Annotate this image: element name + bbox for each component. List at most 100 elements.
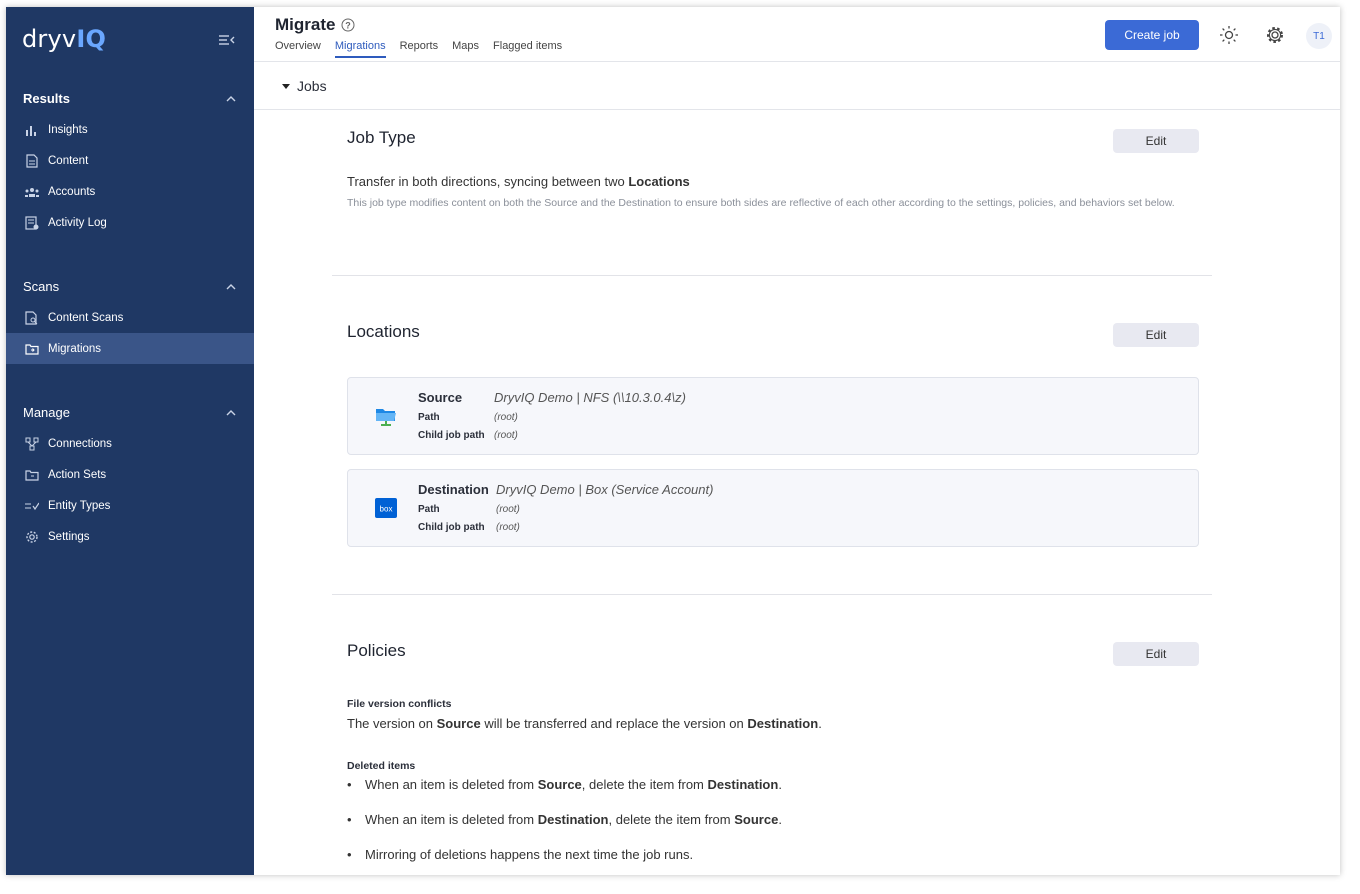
- logo-text-part1: dryv: [22, 25, 77, 53]
- text-bold: Destination: [707, 777, 779, 792]
- chevron-up-icon: [226, 283, 236, 289]
- text-part: , delete the item from: [608, 812, 731, 827]
- connections-icon: [24, 436, 39, 451]
- policies-edit-button[interactable]: Edit: [1113, 642, 1199, 666]
- list-item: • When an item is deleted from Destinati…: [347, 812, 782, 827]
- sidebar-item-content-scans[interactable]: Content Scans: [6, 302, 254, 333]
- text-part: The version on: [347, 716, 433, 731]
- migration-icon: [24, 341, 39, 356]
- sidebar-item-activity-log[interactable]: Activity Log: [6, 207, 254, 238]
- tab-flagged-items[interactable]: Flagged items: [493, 40, 562, 58]
- text-part: .: [818, 716, 822, 731]
- sidebar-item-label: Content Scans: [48, 311, 124, 324]
- sidebar-item-label: Entity Types: [48, 499, 111, 512]
- chevron-up-icon: [226, 95, 236, 101]
- scans-section-header[interactable]: Scans: [23, 279, 237, 294]
- log-icon: [24, 215, 39, 230]
- sidebar-item-label: Accounts: [48, 185, 96, 198]
- sidebar-item-accounts[interactable]: Accounts: [6, 176, 254, 207]
- source-label: Source: [418, 390, 463, 405]
- scans-heading: Scans: [23, 279, 60, 294]
- nfs-folder-icon: [376, 409, 396, 426]
- list-item-text: Mirroring of deletions happens the next …: [365, 847, 694, 862]
- sidebar-item-settings[interactable]: Settings: [6, 521, 254, 552]
- tab-maps[interactable]: Maps: [452, 40, 479, 58]
- bullet-dot: •: [347, 812, 352, 827]
- sidebar: dryvIQ Results Insights Content Accounts…: [6, 7, 254, 875]
- destination-location-card: box Destination DryvIQ Demo | Box (Servi…: [347, 469, 1199, 547]
- sidebar-item-label: Connections: [48, 437, 112, 450]
- collapse-sidebar-icon[interactable]: [218, 33, 236, 47]
- list-item-text: When an item is deleted from Source, del…: [365, 777, 782, 792]
- locations-edit-button[interactable]: Edit: [1113, 323, 1199, 347]
- settings-gear-icon[interactable]: [1264, 24, 1286, 46]
- sidebar-item-label: Content: [48, 154, 89, 167]
- policies-title: Policies: [347, 641, 406, 660]
- main-content: Job Type Edit Transfer in both direction…: [254, 111, 1340, 875]
- job-type-summary: Transfer in both directions, syncing bet…: [347, 174, 690, 189]
- job-type-edit-button[interactable]: Edit: [1113, 129, 1199, 153]
- source-child-path-label: Child job path: [418, 430, 485, 441]
- job-type-description: This job type modifies content on both t…: [347, 197, 1175, 209]
- sidebar-item-label: Activity Log: [48, 216, 107, 229]
- action-set-icon: [24, 467, 39, 482]
- entity-types-icon: [24, 498, 39, 513]
- avatar[interactable]: T1: [1306, 23, 1332, 49]
- sidebar-item-label: Settings: [48, 530, 90, 543]
- job-type-summary-bold: Locations: [628, 174, 690, 189]
- logo-text-part2: IQ: [76, 25, 107, 53]
- text-part: , delete the item from: [581, 777, 704, 792]
- chevron-up-icon: [226, 409, 236, 415]
- destination-path-value: (root): [496, 504, 520, 515]
- sidebar-item-entity-types[interactable]: Entity Types: [6, 490, 254, 521]
- page-title-text: Migrate: [275, 15, 336, 34]
- scan-icon: [24, 310, 39, 325]
- tab-overview[interactable]: Overview: [275, 40, 321, 58]
- destination-path-label: Path: [418, 504, 440, 515]
- tab-reports[interactable]: Reports: [400, 40, 439, 58]
- text-part: .: [778, 777, 782, 792]
- text-bold: Destination: [537, 812, 609, 827]
- box-logo-icon: box: [375, 498, 397, 518]
- source-child-path-value: (root): [494, 430, 518, 441]
- help-icon[interactable]: ?: [341, 18, 355, 32]
- bullet-dot: •: [347, 847, 352, 862]
- text-part: will be transferred and replace the vers…: [484, 716, 744, 731]
- tab-bar: Overview Migrations Reports Maps Flagged…: [275, 40, 576, 58]
- text-part: When an item is deleted from: [365, 777, 535, 792]
- document-icon: [24, 153, 39, 168]
- manage-section-header[interactable]: Manage: [23, 405, 237, 420]
- theme-toggle-icon[interactable]: [1218, 24, 1240, 46]
- destination-child-path-label: Child job path: [418, 522, 485, 533]
- destination-label: Destination: [418, 482, 489, 497]
- tab-migrations[interactable]: Migrations: [334, 40, 386, 58]
- destination-value: DryvIQ Demo | Box (Service Account): [496, 482, 714, 497]
- text-part: .: [778, 812, 782, 827]
- logo: dryvIQ: [22, 25, 106, 53]
- text-bold: Source: [537, 777, 582, 792]
- create-job-button[interactable]: Create job: [1105, 20, 1199, 50]
- manage-heading: Manage: [23, 405, 70, 420]
- sidebar-item-label: Insights: [48, 123, 88, 136]
- sidebar-item-label: Action Sets: [48, 468, 107, 481]
- list-item-text: When an item is deleted from Destination…: [365, 812, 782, 827]
- jobs-toggle[interactable]: Jobs: [254, 63, 1340, 110]
- gear-icon: [24, 529, 39, 544]
- svg-text:box: box: [380, 505, 393, 514]
- file-version-conflicts-label: File version conflicts: [347, 698, 452, 710]
- source-value: DryvIQ Demo | NFS (\\10.3.0.4\z): [494, 390, 686, 405]
- app-window: dryvIQ Results Insights Content Accounts…: [6, 7, 1340, 875]
- list-item: • Mirroring of deletions happens the nex…: [347, 847, 693, 862]
- text-bold: Source: [436, 716, 481, 731]
- deleted-items-label: Deleted items: [347, 760, 416, 772]
- people-icon: [24, 184, 39, 199]
- sidebar-item-action-sets[interactable]: Action Sets: [6, 459, 254, 490]
- sidebar-item-connections[interactable]: Connections: [6, 428, 254, 459]
- sidebar-item-migrations[interactable]: Migrations: [6, 333, 254, 364]
- source-path-value: (root): [494, 412, 518, 423]
- sidebar-item-insights[interactable]: Insights: [6, 114, 254, 145]
- sidebar-item-content[interactable]: Content: [6, 145, 254, 176]
- section-divider: [332, 594, 1212, 595]
- results-section-header[interactable]: Results: [23, 91, 237, 106]
- svg-text:?: ?: [346, 21, 352, 31]
